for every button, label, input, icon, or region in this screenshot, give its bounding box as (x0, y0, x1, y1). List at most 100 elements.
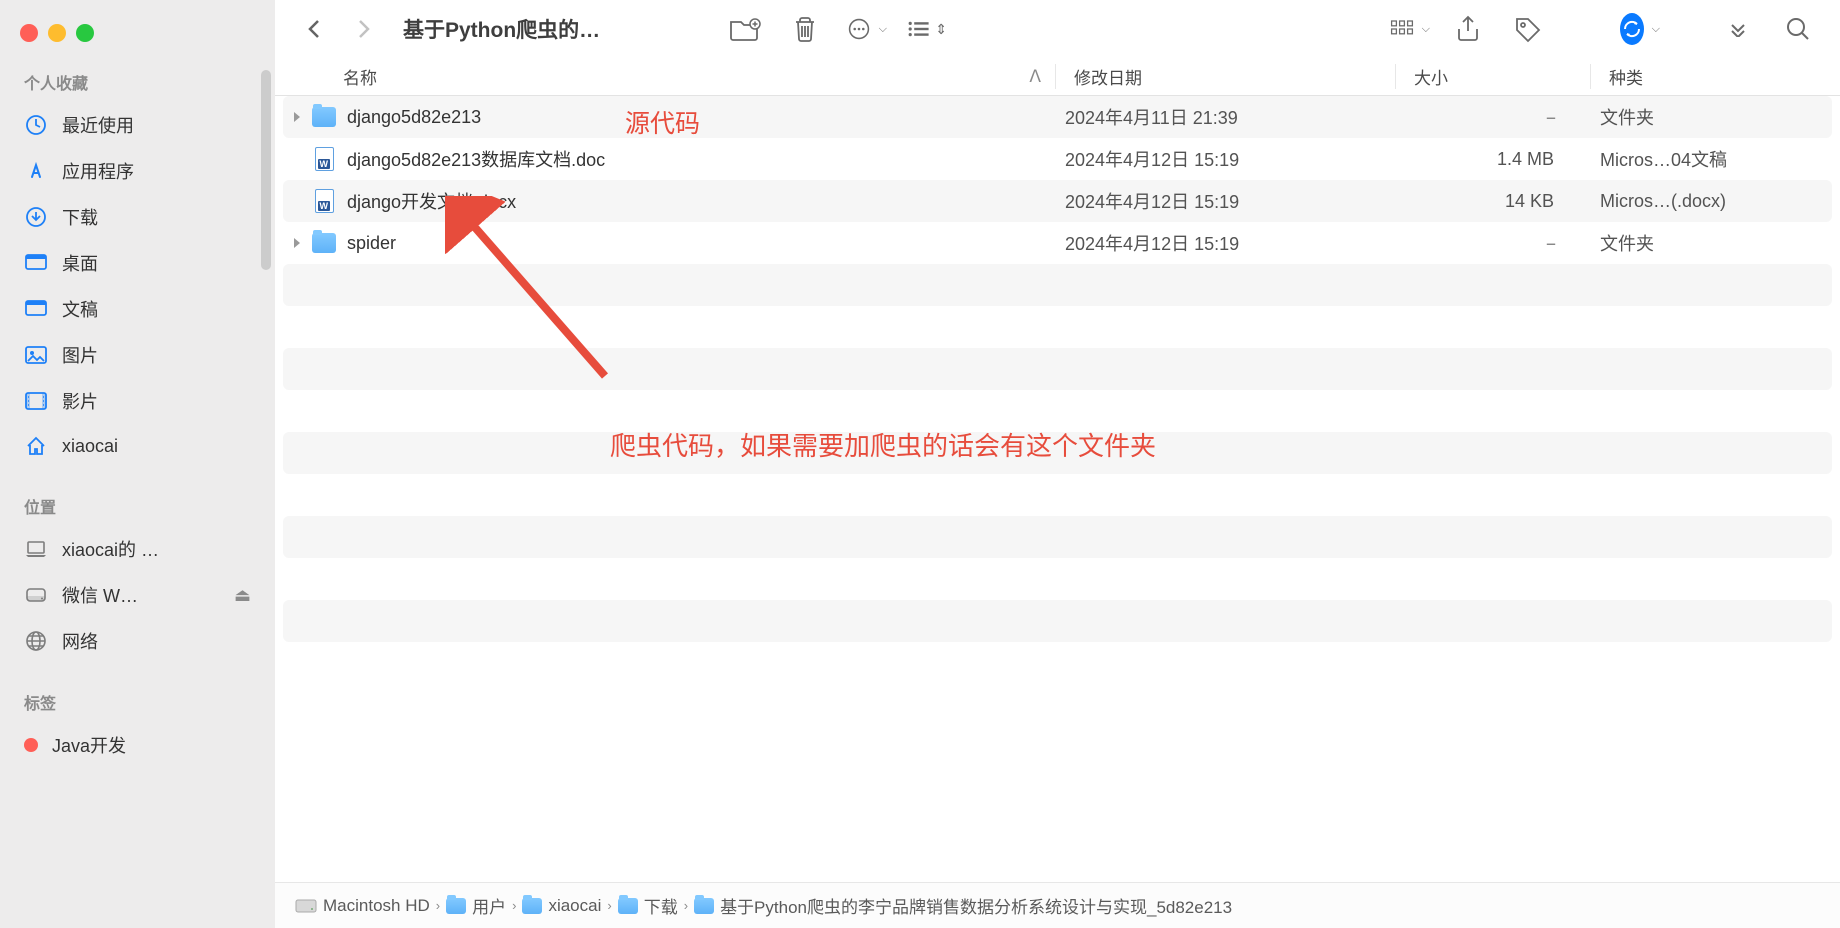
sidebar-item-clock[interactable]: 最近使用 (0, 102, 275, 148)
chevron-down-icon: ⌵ (879, 23, 887, 36)
sidebar-item-laptop[interactable]: xiaocai的 … (0, 526, 275, 572)
path-item[interactable]: xiaocai (522, 896, 601, 916)
sidebar-scrollbar[interactable] (261, 70, 271, 270)
file-row[interactable]: spider 2024年4月12日 15:19 -- 文件夹 (283, 222, 1832, 264)
tags-button[interactable] (1510, 14, 1546, 44)
empty-row (283, 306, 1832, 348)
sync-icon (1620, 13, 1644, 45)
folder-icon (312, 233, 336, 253)
disk-icon (24, 583, 48, 607)
sidebar-item-label: 微信 W… (62, 582, 138, 608)
sidebar-item-disk[interactable]: 微信 W… ⏏ (0, 572, 275, 618)
path-item[interactable]: Macintosh HD (295, 896, 430, 916)
disclosure-triangle-icon[interactable] (283, 111, 311, 123)
file-row[interactable]: django5d82e213 2024年4月11日 21:39 -- 文件夹 (283, 96, 1832, 138)
sidebar: 个人收藏 最近使用应用程序下载桌面文稿图片影片xiaocai 位置 xiaoca… (0, 0, 275, 928)
path-separator-icon: › (436, 898, 440, 913)
sidebar-item-desktop[interactable]: 桌面 (0, 240, 275, 286)
file-name: django5d82e213 (347, 107, 1047, 128)
path-separator-icon: › (607, 898, 611, 913)
path-item[interactable]: 下载 (618, 893, 678, 918)
file-date: 2024年4月12日 15:19 (1047, 230, 1387, 256)
sidebar-locations-section: 位置 xiaocai的 …微信 W…⏏网络 (0, 486, 275, 664)
file-date: 2024年4月12日 15:19 (1047, 188, 1387, 214)
file-kind: Micros…(.docx) (1582, 191, 1832, 212)
pic-icon (24, 343, 48, 367)
app-icon (24, 159, 48, 183)
sidebar-tag-item[interactable]: Java开发 (0, 722, 275, 768)
file-type-icon (311, 230, 337, 256)
sidebar-item-home[interactable]: xiaocai (0, 424, 275, 468)
sync-status[interactable]: ⌵ (1620, 14, 1656, 44)
column-size[interactable]: 大小 (1395, 64, 1590, 89)
sidebar-item-label: xiaocai的 … (62, 536, 159, 562)
nav-buttons (299, 14, 379, 44)
laptop-icon (24, 537, 48, 561)
view-list-button[interactable]: ⇕ (907, 14, 943, 44)
minimize-window[interactable] (48, 24, 66, 42)
sidebar-item-movie[interactable]: 影片 (0, 378, 275, 424)
file-list: django5d82e213 2024年4月11日 21:39 -- 文件夹 d… (275, 96, 1840, 882)
document-icon (315, 189, 334, 213)
maximize-window[interactable] (76, 24, 94, 42)
eject-icon[interactable]: ⏏ (234, 585, 251, 606)
sidebar-favorites-section: 个人收藏 最近使用应用程序下载桌面文稿图片影片xiaocai (0, 62, 275, 468)
file-type-icon (311, 146, 337, 172)
empty-row (283, 264, 1832, 306)
forward-button[interactable] (349, 14, 379, 44)
empty-row (283, 600, 1832, 642)
back-button[interactable] (299, 14, 329, 44)
empty-row (283, 474, 1832, 516)
globe-icon (24, 629, 48, 653)
chevron-down-icon: ⌵ (1422, 23, 1430, 36)
new-folder-button[interactable] (727, 14, 763, 44)
file-name: django5d82e213数据库文档.doc (347, 146, 1047, 172)
column-name[interactable]: 名称 ᐱ (275, 64, 1055, 89)
action-menu[interactable]: ⌵ (847, 14, 883, 44)
clock-icon (24, 113, 48, 137)
folder-icon (312, 107, 336, 127)
file-name: django开发文档.docx (347, 188, 1047, 214)
file-row[interactable]: django开发文档.docx 2024年4月12日 15:19 14 KB M… (283, 180, 1832, 222)
chevron-updown-icon: ⇕ (935, 21, 947, 38)
sidebar-item-app[interactable]: 应用程序 (0, 148, 275, 194)
sidebar-item-label: 应用程序 (62, 158, 134, 184)
sidebar-item-doc[interactable]: 文稿 (0, 286, 275, 332)
column-date[interactable]: 修改日期 (1055, 64, 1395, 89)
path-bar: Macintosh HD›用户›xiaocai›下载›基于Python爬虫的李宁… (275, 882, 1840, 928)
sidebar-item-download[interactable]: 下载 (0, 194, 275, 240)
file-size: 14 KB (1387, 191, 1582, 212)
document-icon (315, 147, 334, 171)
search-button[interactable] (1780, 14, 1816, 44)
sidebar-item-pic[interactable]: 图片 (0, 332, 275, 378)
traffic-lights (0, 12, 275, 62)
sidebar-item-label: 文稿 (62, 296, 98, 322)
path-label: xiaocai (548, 896, 601, 916)
sidebar-tags-section: 标签 Java开发 (0, 682, 275, 768)
path-separator-icon: › (512, 898, 516, 913)
path-item[interactable]: 用户 (446, 893, 506, 918)
group-button[interactable]: ⌵ (1390, 14, 1426, 44)
share-button[interactable] (1450, 14, 1486, 44)
file-size: -- (1387, 233, 1582, 254)
trash-button[interactable] (787, 14, 823, 44)
disclosure-triangle-icon[interactable] (283, 237, 311, 249)
path-label: 用户 (472, 893, 506, 918)
file-type-icon (311, 188, 337, 214)
close-window[interactable] (20, 24, 38, 42)
sidebar-item-label: 下载 (62, 204, 98, 230)
sidebar-item-label: Java开发 (52, 732, 126, 758)
overflow-button[interactable] (1720, 14, 1756, 44)
tag-dot-icon (24, 738, 38, 752)
empty-row (283, 348, 1832, 390)
sidebar-item-globe[interactable]: 网络 (0, 618, 275, 664)
file-row[interactable]: django5d82e213数据库文档.doc 2024年4月12日 15:19… (283, 138, 1832, 180)
empty-row (283, 558, 1832, 600)
file-kind: 文件夹 (1582, 104, 1832, 130)
sidebar-tags-header: 标签 (0, 682, 275, 722)
download-icon (24, 205, 48, 229)
folder-icon (446, 898, 466, 914)
file-date: 2024年4月12日 15:19 (1047, 146, 1387, 172)
column-kind[interactable]: 种类 (1590, 64, 1840, 89)
path-item[interactable]: 基于Python爬虫的李宁品牌销售数据分析系统设计与实现_5d82e213 (694, 893, 1232, 918)
